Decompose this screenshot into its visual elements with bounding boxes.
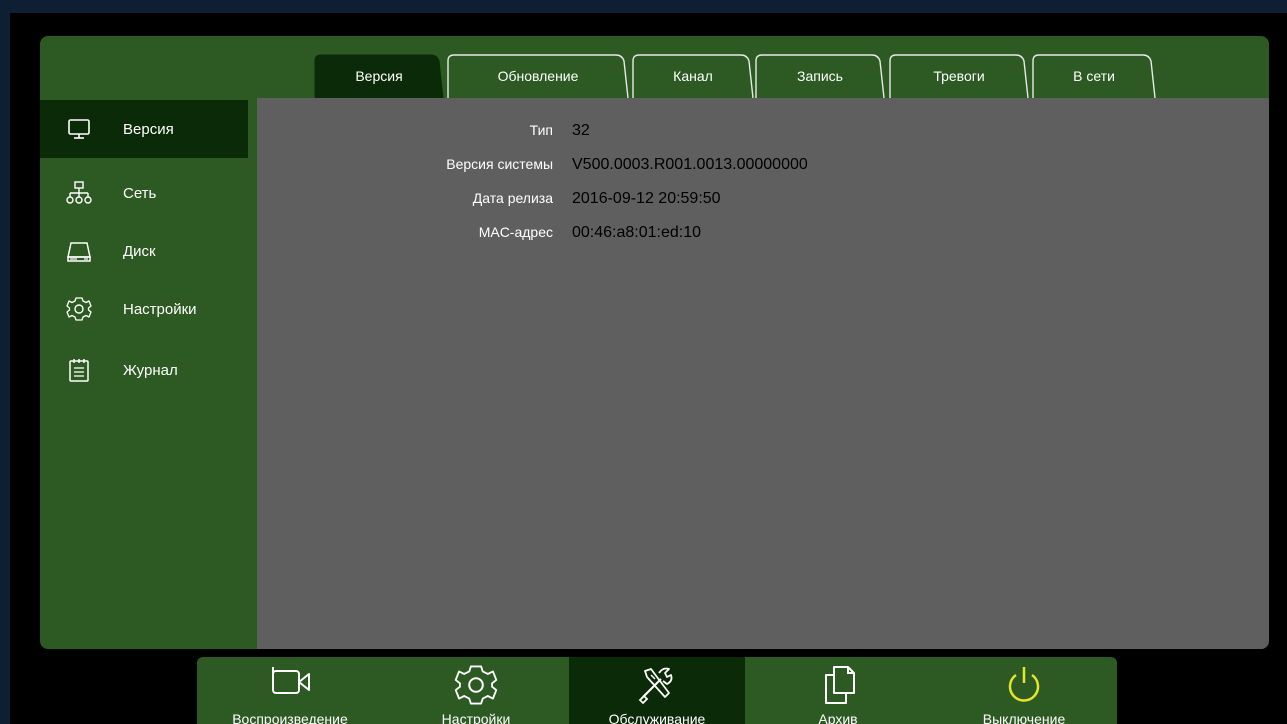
tab-update[interactable]: Обновление bbox=[446, 53, 630, 98]
tab-channel[interactable]: Канал bbox=[631, 53, 755, 98]
sidebar-item-journal[interactable]: Журнал bbox=[40, 341, 248, 399]
mac-address-value: 00:46:a8:01:ed:10 bbox=[572, 224, 702, 241]
type-value: 32 bbox=[572, 122, 590, 139]
bottom-item-archive[interactable]: Архив bbox=[745, 657, 931, 724]
info-row-mac: MAC-адрес bbox=[257, 224, 553, 246]
sidebar: Версия Сеть Диск Настройки Журнал bbox=[40, 36, 248, 649]
info-row-release: Дата релиза bbox=[257, 190, 553, 212]
mac-address-label: MAC-адрес bbox=[478, 224, 553, 240]
bottom-item-label: Обслуживание bbox=[608, 711, 706, 724]
power-icon bbox=[1008, 667, 1040, 702]
sidebar-item-label: Версия bbox=[123, 120, 174, 138]
tab-record[interactable]: Запись bbox=[754, 53, 886, 98]
sidebar-item-label: Настройки bbox=[123, 300, 197, 318]
tab-bar: Версия Обновление Канал Запись Тревоги В… bbox=[257, 36, 1269, 98]
gear-icon bbox=[454, 665, 498, 705]
camera-icon bbox=[272, 667, 310, 694]
monitor-icon bbox=[68, 119, 90, 139]
system-version-label: Версия системы bbox=[446, 156, 553, 172]
bottom-item-maintenance[interactable]: Обслуживание bbox=[569, 657, 745, 724]
sidebar-item-version[interactable]: Версия bbox=[40, 100, 248, 158]
type-label: Тип bbox=[529, 122, 553, 138]
network-icon bbox=[66, 181, 92, 204]
bottom-item-shutdown[interactable]: Выключение bbox=[931, 657, 1117, 724]
archive-icon bbox=[825, 666, 855, 704]
gear-icon bbox=[66, 297, 92, 321]
disk-icon bbox=[67, 242, 91, 262]
system-version-value: V500.0003.R001.0013.00000000 bbox=[572, 156, 808, 173]
tools-icon bbox=[638, 667, 673, 705]
sidebar-item-disk[interactable]: Диск bbox=[40, 222, 248, 280]
sidebar-item-label: Диск bbox=[123, 242, 156, 260]
bottom-item-label: Архив bbox=[818, 711, 858, 724]
release-date-value: 2016-09-12 20:59:50 bbox=[572, 190, 721, 207]
tab-version[interactable]: Версия bbox=[313, 53, 445, 98]
bottom-item-settings[interactable]: Настройки bbox=[383, 657, 569, 724]
sidebar-item-label: Сеть bbox=[123, 184, 157, 202]
journal-icon bbox=[69, 359, 89, 382]
info-row-type: Тип bbox=[257, 122, 553, 144]
sidebar-item-label: Журнал bbox=[123, 361, 178, 379]
bottom-item-label: Воспроизведение bbox=[232, 711, 348, 724]
bottom-menu-bar: Воспроизведение Настройки Обслуживание А… bbox=[197, 657, 1117, 724]
bottom-item-label: Настройки bbox=[441, 711, 511, 724]
tab-alarms[interactable]: Тревоги bbox=[888, 53, 1030, 98]
sidebar-item-network[interactable]: Сеть bbox=[40, 164, 248, 222]
tab-online[interactable]: В сети bbox=[1031, 53, 1157, 98]
bottom-item-playback[interactable]: Воспроизведение bbox=[197, 657, 383, 724]
bottom-item-label: Выключение bbox=[982, 711, 1066, 724]
sidebar-item-settings[interactable]: Настройки bbox=[40, 280, 248, 338]
info-row-version: Версия системы bbox=[257, 156, 553, 178]
content-area: Тип 32 Версия системы V500.0003.R001.001… bbox=[257, 98, 1269, 649]
release-date-label: Дата релиза bbox=[472, 190, 553, 206]
